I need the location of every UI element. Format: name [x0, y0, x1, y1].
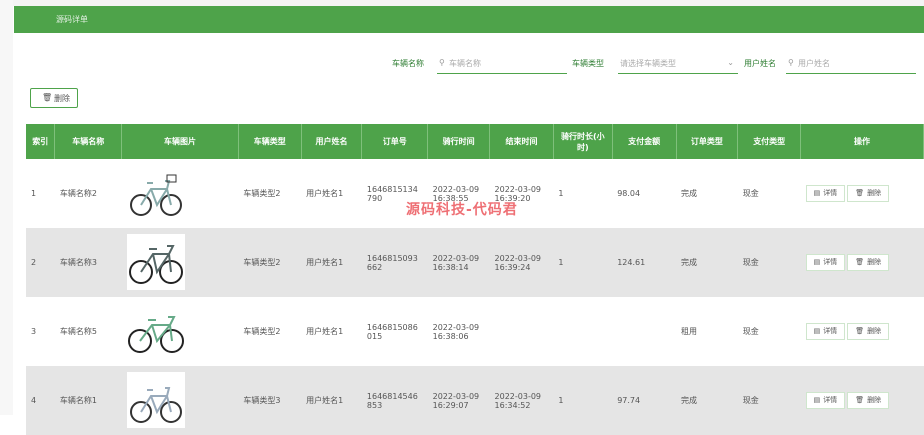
cell-user-name: 用户姓名1	[301, 366, 362, 435]
trash-icon: 🗑	[855, 327, 865, 335]
col-header[interactable]: 骑行时间	[427, 124, 491, 159]
cell-vehicle-name: 车辆名称3	[54, 228, 122, 297]
vehicle-name-label: 车辆名称	[392, 59, 424, 68]
cell-order-type: 完成	[676, 366, 738, 435]
cell-user-name: 用户姓名1	[301, 297, 362, 366]
cell-start-time: 2022-03-09 16:38:06	[427, 297, 490, 366]
bicycle-image	[126, 302, 185, 359]
document-icon: ▤	[813, 327, 821, 335]
cell-order-no: 1646815086015	[361, 297, 428, 366]
cell-end-time	[489, 297, 554, 366]
col-header[interactable]: 结束时间	[489, 124, 554, 159]
orders-table: 索引 车辆名称 车辆图片 车辆类型 用户姓名 订单号 骑行时间 结束时间 骑行时…	[26, 124, 924, 435]
cell-index: 1	[26, 159, 55, 228]
cell-vehicle-type: 车辆类型2	[238, 297, 302, 366]
cell-duration: 1	[553, 159, 613, 228]
cell-user-name: 用户姓名1	[301, 159, 362, 228]
cell-vehicle-name: 车辆名称1	[54, 366, 122, 435]
col-header[interactable]: 操作	[800, 124, 924, 159]
col-header[interactable]: 索引	[26, 124, 56, 159]
table-row[interactable]: 3 车辆名称5 车辆类型2 用户姓名1 1646815086015 2022-0…	[26, 297, 924, 366]
user-name-label: 用户姓名	[744, 59, 776, 68]
cell-pay-type: 现金	[737, 366, 801, 435]
cell-pay-type: 现金	[737, 159, 801, 228]
cell-actions: ▤ 详情 🗑 删除	[800, 228, 924, 297]
breadcrumb: 源码详单	[56, 15, 88, 24]
document-icon: ▤	[813, 396, 821, 404]
col-header[interactable]: 用户姓名	[301, 124, 363, 159]
col-header[interactable]: 车辆图片	[121, 124, 239, 159]
cell-amount: 124.61	[612, 228, 677, 297]
detail-button[interactable]: ▤ 详情	[805, 323, 846, 340]
cell-actions: ▤ 详情 🗑 删除	[800, 159, 924, 228]
cell-index: 2	[26, 228, 55, 297]
cell-actions: ▤ 详情 🗑 删除	[800, 366, 924, 435]
cell-amount	[612, 297, 677, 366]
document-icon: ▤	[813, 189, 821, 197]
cell-order-type: 完成	[676, 159, 738, 228]
bicycle-image	[126, 371, 185, 428]
document-icon: ▤	[813, 258, 821, 266]
delete-button[interactable]: 🗑 删除	[847, 185, 890, 202]
cell-start-time: 2022-03-09 16:38:14	[427, 228, 490, 297]
cell-duration	[553, 297, 613, 366]
col-header[interactable]: 订单号	[361, 124, 429, 159]
filter-bar: 车辆名称 ⚲ 车辆名称 车辆类型 请选择车辆类型 ⌄ 用户姓名 ⚲ 用户姓名	[0, 55, 924, 75]
bulk-delete-button[interactable]: 🗑 删除	[30, 88, 78, 108]
cell-duration: 1	[553, 366, 613, 435]
table-row[interactable]: 4 车辆名称1 车辆类型3 用户姓名1 1646814546853 2022-0…	[26, 366, 924, 435]
delete-button[interactable]: 🗑 删除	[847, 323, 890, 340]
cell-order-no: 1646814546853	[361, 366, 428, 435]
chevron-down-icon: ⌄	[727, 58, 734, 67]
cell-vehicle-name: 车辆名称5	[54, 297, 122, 366]
col-header[interactable]: 订单类型	[676, 124, 739, 159]
trash-icon: 🗑	[42, 93, 53, 102]
delete-button[interactable]: 🗑 删除	[847, 392, 890, 409]
cell-order-type: 租用	[676, 297, 738, 366]
cell-vehicle-name: 车辆名称2	[54, 159, 122, 228]
bicycle-image	[126, 233, 185, 290]
cell-amount: 98.04	[612, 159, 677, 228]
vehicle-type-label: 车辆类型	[572, 59, 604, 68]
trash-icon: 🗑	[855, 396, 865, 404]
cell-vehicle-type: 车辆类型3	[238, 366, 302, 435]
col-header[interactable]: 支付金额	[612, 124, 677, 159]
cell-index: 4	[26, 366, 55, 435]
search-icon: ⚲	[788, 58, 794, 67]
cell-order-no: 1646815093662	[361, 228, 428, 297]
cell-pay-type: 现金	[737, 228, 801, 297]
cell-actions: ▤ 详情 🗑 删除	[800, 297, 924, 366]
delete-button[interactable]: 🗑 删除	[847, 254, 890, 271]
bicycle-image	[126, 164, 185, 221]
cell-user-name: 用户姓名1	[301, 228, 362, 297]
cell-duration: 1	[553, 228, 613, 297]
cell-index: 3	[26, 297, 55, 366]
watermark: 源码科技-代码君	[406, 202, 518, 218]
detail-button[interactable]: ▤ 详情	[805, 185, 846, 202]
header-bar: 源码详单	[14, 6, 924, 33]
vehicle-name-input[interactable]: ⚲ 车辆名称	[437, 55, 567, 74]
search-icon: ⚲	[439, 58, 445, 67]
table-row[interactable]: 2 车辆名称3 车辆类型2 用户姓名1 1646815093662 2022-0…	[26, 228, 924, 297]
cell-end-time: 2022-03-09 16:34:52	[489, 366, 554, 435]
cell-vehicle-type: 车辆类型2	[238, 228, 302, 297]
col-header[interactable]: 支付类型	[737, 124, 802, 159]
user-name-input[interactable]: ⚲ 用户姓名	[786, 55, 916, 74]
vehicle-type-select[interactable]: 请选择车辆类型 ⌄	[618, 55, 738, 74]
trash-icon: 🗑	[855, 258, 865, 266]
col-header[interactable]: 车辆类型	[238, 124, 302, 159]
cell-start-time: 2022-03-09 16:29:07	[427, 366, 490, 435]
detail-button[interactable]: ▤ 详情	[805, 392, 846, 409]
col-header[interactable]: 车辆名称	[54, 124, 123, 159]
cell-pay-type: 现金	[737, 297, 801, 366]
cell-order-type: 完成	[676, 228, 738, 297]
cell-vehicle-type: 车辆类型2	[238, 159, 302, 228]
table-header-row: 索引 车辆名称 车辆图片 车辆类型 用户姓名 订单号 骑行时间 结束时间 骑行时…	[26, 124, 924, 159]
cell-amount: 97.74	[612, 366, 677, 435]
col-header[interactable]: 骑行时长(小时)	[553, 124, 613, 159]
detail-button[interactable]: ▤ 详情	[805, 254, 846, 271]
cell-end-time: 2022-03-09 16:39:24	[489, 228, 554, 297]
trash-icon: 🗑	[855, 189, 865, 197]
